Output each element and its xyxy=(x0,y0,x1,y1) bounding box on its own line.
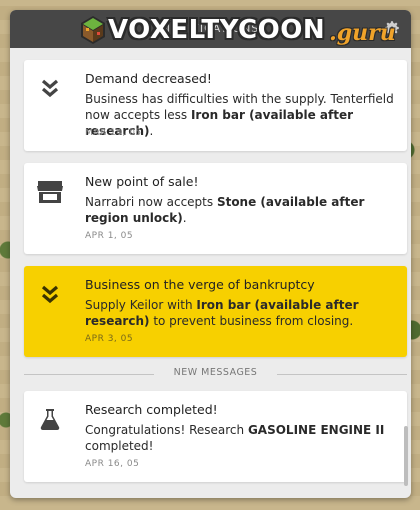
notification-heading: Research completed! xyxy=(85,402,218,417)
notification-card[interactable]: New point of sale! Narrabri now accepts … xyxy=(24,163,407,254)
scrollbar-thumb[interactable] xyxy=(404,426,408,486)
notifications-window: NOTIFICATIONS Demand decreased! Business… xyxy=(10,10,411,498)
notification-body: Narrabri now accepts Stone (available af… xyxy=(85,195,365,225)
notification-card-highlighted[interactable]: Business on the verge of bankruptcy Supp… xyxy=(24,266,407,357)
site-logo: VOXELTYCOON .guru xyxy=(80,10,396,50)
voxel-cube-icon xyxy=(81,16,105,44)
notification-heading: Demand decreased! xyxy=(85,71,212,86)
scrollbar[interactable] xyxy=(404,56,408,496)
separator-label: NEW MESSAGES xyxy=(173,367,258,378)
separator-line xyxy=(277,374,407,375)
notification-heading: New point of sale! xyxy=(85,174,199,189)
double-chevron-down-icon xyxy=(41,79,59,98)
logo-suffix: .guru xyxy=(329,20,396,46)
notification-card[interactable]: Research completed! Congratulations! Res… xyxy=(24,391,407,482)
notification-date: APR 16, 05 xyxy=(85,459,140,469)
notification-date: APR 1, 05 xyxy=(85,231,134,241)
notification-heading: Business on the verge of bankruptcy xyxy=(85,277,315,292)
flask-icon xyxy=(40,409,60,431)
notification-body: Congratulations! Research GASOLINE ENGIN… xyxy=(85,423,385,453)
notification-date: APR 3, 05 xyxy=(85,334,134,344)
logo-wordmark: VOXELTYCOON xyxy=(108,15,326,45)
notification-card[interactable]: Demand decreased! Business has difficult… xyxy=(24,60,407,151)
new-messages-separator: NEW MESSAGES xyxy=(24,367,407,381)
notification-body: Supply Keilor with Iron bar (available a… xyxy=(85,298,359,328)
notification-date: MAR 14, 05 xyxy=(85,128,142,138)
store-icon xyxy=(37,181,63,203)
double-chevron-down-icon xyxy=(41,285,59,304)
